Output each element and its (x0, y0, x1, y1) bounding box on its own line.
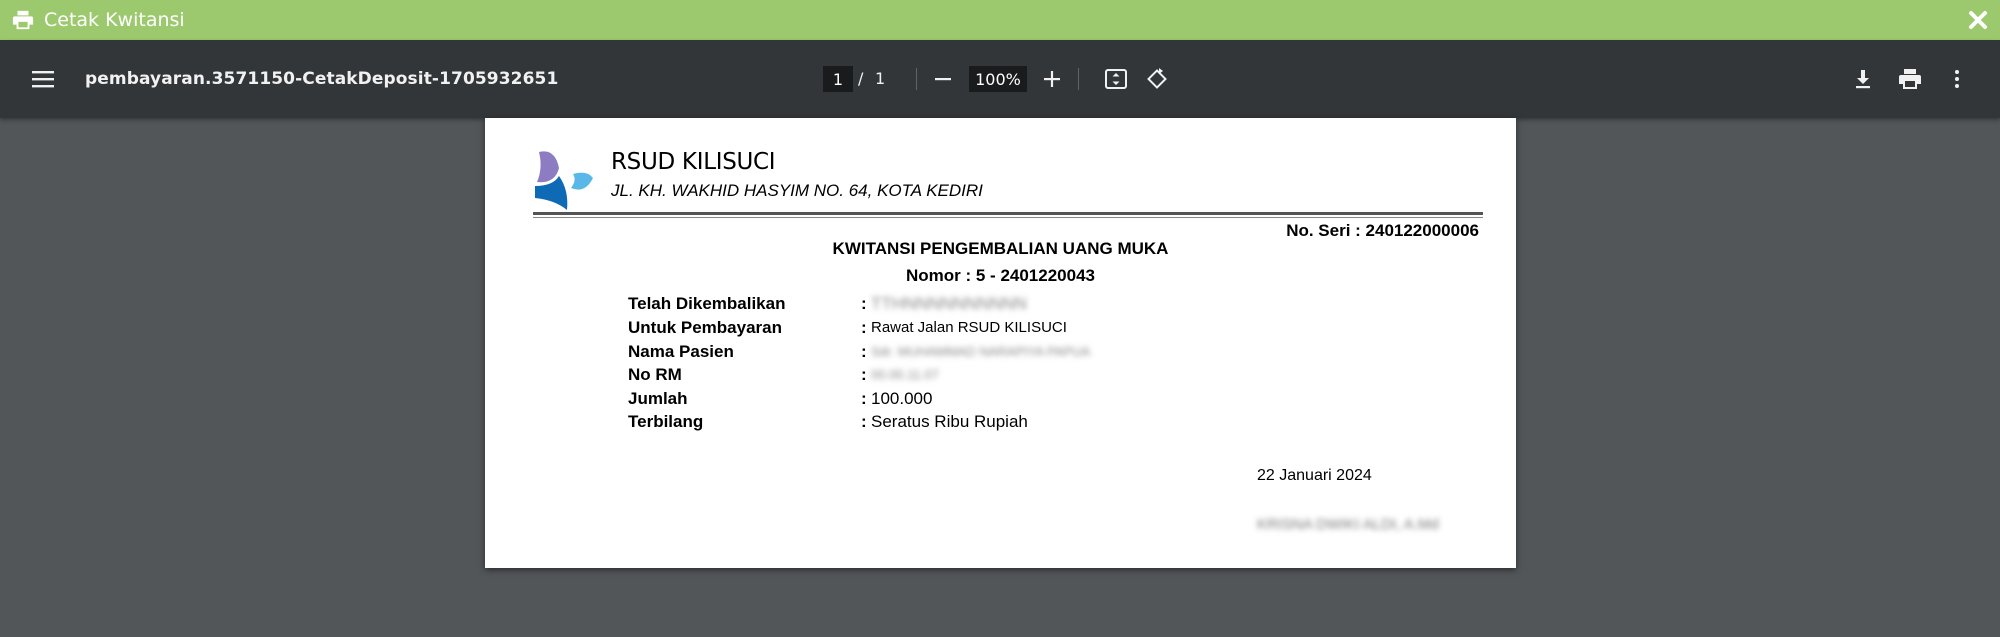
field-label: No RM (628, 365, 682, 384)
page-separator: / (858, 69, 864, 88)
field-row: Terbilang : Seratus Ribu Rupiah (628, 411, 1428, 435)
toolbar-divider (1078, 68, 1079, 90)
menu-icon[interactable] (30, 67, 56, 91)
document-number: Nomor : 5 - 2401220043 (906, 266, 1095, 285)
window-titlebar: Cetak Kwitansi (0, 0, 2000, 40)
header-rule (533, 212, 1483, 215)
signer-name: KRISNA DWIKI ALDI, A.Md (1257, 516, 1439, 533)
field-row: Untuk Pembayaran : Rawat Jalan RSUD KILI… (628, 317, 1428, 341)
zoom-in-icon[interactable] (1038, 65, 1066, 93)
field-value: TTHNNNNNNNNNN (871, 294, 1027, 313)
field-label: Nama Pasien (628, 342, 734, 361)
hospital-name: RSUD KILISUCI (611, 149, 776, 175)
field-colon: : (861, 318, 867, 337)
zoom-out-icon[interactable] (929, 65, 957, 93)
page-number-input[interactable] (823, 66, 853, 92)
field-colon: : (861, 412, 867, 431)
pdf-toolbar: pembayaran.3571150-CetakDeposit-17059326… (0, 40, 2000, 118)
close-icon[interactable] (1968, 10, 1988, 30)
document-date: 22 Januari 2024 (1257, 467, 1372, 484)
field-label: Telah Dikembalikan (628, 294, 786, 313)
field-row: No RM : 00.00.11.07 (628, 364, 1428, 388)
file-name: pembayaran.3571150-CetakDeposit-17059326… (85, 69, 559, 89)
window-title: Cetak Kwitansi (44, 9, 185, 31)
field-label: Jumlah (628, 389, 688, 408)
field-row: Jumlah : 100.000 (628, 388, 1428, 412)
field-row: Telah Dikembalikan : TTHNNNNNNNNNN (628, 293, 1428, 317)
field-colon: : (861, 365, 867, 384)
print-icon (12, 10, 34, 30)
field-value: 00.00.11.07 (871, 367, 939, 382)
more-vert-icon[interactable] (1943, 65, 1971, 93)
hospital-address: JL. KH. WAKHID HASYIM NO. 64, KOTA KEDIR… (611, 181, 983, 200)
field-colon: : (861, 342, 867, 361)
print-icon[interactable] (1896, 65, 1924, 93)
field-row: Nama Pasien : Sdr. MUHAMMAD NARAPIYA PAP… (628, 341, 1428, 365)
field-label: Terbilang (628, 412, 704, 431)
field-colon: : (861, 294, 867, 313)
download-icon[interactable] (1849, 65, 1877, 93)
field-label: Untuk Pembayaran (628, 318, 782, 337)
rotate-icon[interactable] (1143, 65, 1171, 93)
document-page: RSUD KILISUCI JL. KH. WAKHID HASYIM NO. … (485, 118, 1516, 568)
field-value: Seratus Ribu Rupiah (871, 412, 1028, 431)
fit-page-icon[interactable] (1102, 65, 1130, 93)
hospital-logo-icon (535, 151, 593, 210)
toolbar-divider (916, 68, 917, 90)
field-value: 100.000 (871, 389, 933, 408)
header-rule (533, 217, 1483, 218)
field-value: Rawat Jalan RSUD KILISUCI (871, 319, 1067, 336)
page-total: 1 (875, 69, 886, 88)
field-colon: : (861, 389, 867, 408)
document-title: KWITANSI PENGEMBALIAN UANG MUKA (832, 239, 1169, 258)
zoom-input[interactable] (969, 66, 1027, 92)
field-value: Sdr. MUHAMMAD NARAPIYA PAPUA (871, 344, 1091, 359)
